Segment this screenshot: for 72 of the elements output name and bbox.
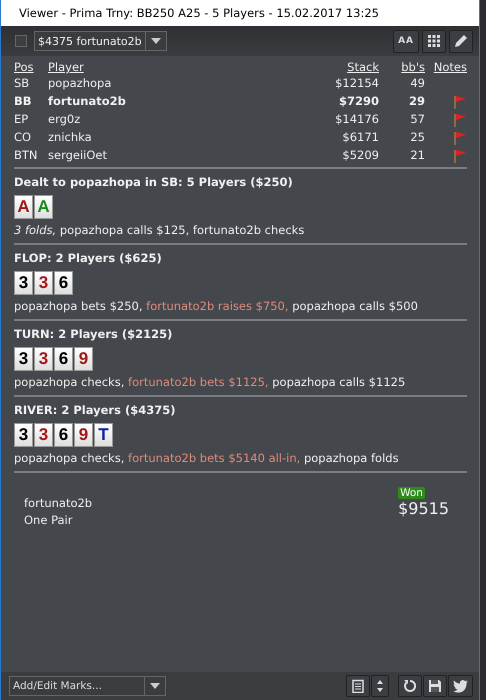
table-cell: BTN: [14, 148, 38, 162]
twitter-button[interactable]: [448, 675, 473, 697]
table-cell: $7290: [338, 94, 379, 108]
table-cell: 29: [408, 94, 425, 108]
table-cell: fortunato2b: [48, 94, 126, 108]
action-line: popazhopa bets $250, fortunato2b raises $750, popazhopa calls $500: [14, 299, 419, 313]
table-cell: sergeiiOet: [48, 148, 107, 162]
action-line: popazhopa checks, fortunato2b bets $1125, popazhopa calls $1125: [14, 375, 406, 389]
refresh-icon: [403, 679, 417, 693]
playing-card: 3: [14, 347, 33, 371]
save-button[interactable]: [423, 675, 447, 697]
hand-rank: One Pair: [24, 512, 74, 529]
playing-card: A: [34, 195, 53, 219]
column-header[interactable]: Player: [48, 60, 84, 74]
playing-card: 3: [34, 347, 53, 371]
checkbox[interactable]: [15, 35, 27, 47]
caret-icon: [150, 38, 161, 44]
updown-button[interactable]: [371, 675, 389, 697]
playing-card: T: [94, 423, 113, 447]
table-cell: znichka: [48, 130, 92, 144]
table-cell: erg0z: [48, 112, 80, 126]
table-cell: $5209: [342, 148, 379, 162]
playing-card: 6: [54, 423, 73, 447]
column-header[interactable]: bb's: [401, 60, 425, 74]
table-cell: 57: [410, 112, 425, 126]
table-cell: $6171: [342, 130, 379, 144]
notepad-icon: [352, 679, 364, 693]
table-cell: 25: [410, 130, 425, 144]
table-cell: SB: [14, 76, 30, 90]
playing-card: 3: [14, 423, 33, 447]
column-header[interactable]: Notes: [434, 60, 467, 74]
table-cell: BB: [14, 94, 32, 108]
playing-card: A: [14, 195, 33, 219]
action-line: popazhopa checks, fortunato2b bets $5140 all-in, popazhopa folds: [14, 451, 400, 465]
pencil-icon: [454, 34, 468, 48]
hand-select[interactable]: $4375 fortunato2b: [34, 31, 167, 51]
column-header[interactable]: Pos: [14, 60, 34, 74]
playing-card: 9: [74, 347, 93, 371]
window-title: Viewer - Prima Trny: BB250 A25 - 5 Players - 15.02.2017 13:25: [19, 6, 379, 20]
up-down-icon: [376, 679, 384, 693]
street-title: Dealt to popazhopa in SB: 5 Players ($250): [14, 175, 294, 189]
winner-name: fortunato2b: [24, 495, 92, 512]
table-cell: CO: [14, 130, 32, 144]
table-cell: 21: [410, 148, 425, 162]
grid-button[interactable]: [422, 30, 446, 52]
won-badge: Won: [398, 487, 425, 499]
table-cell: EP: [14, 112, 28, 126]
action-line: 3 folds, popazhopa calls $125, fortunato2b checks: [14, 223, 306, 237]
playing-card: 3: [34, 423, 53, 447]
grid-icon: [428, 35, 440, 47]
playing-card: 3: [34, 271, 53, 295]
bird-icon: [453, 680, 468, 692]
table-cell: popazhopa: [48, 76, 112, 90]
playing-card: 6: [54, 271, 73, 295]
notes-button[interactable]: [346, 675, 370, 697]
table-cell: $12154: [335, 76, 379, 90]
refresh-button[interactable]: [398, 675, 422, 697]
caret-icon: [150, 683, 160, 689]
street-title: FLOP: 2 Players ($625): [14, 251, 163, 265]
edit-button[interactable]: [449, 30, 473, 52]
playing-card: 9: [74, 423, 93, 447]
column-header[interactable]: Stack: [347, 60, 379, 74]
table-cell: $14176: [335, 112, 379, 126]
font-size-button[interactable]: AA: [393, 30, 419, 52]
table-cell: 49: [410, 76, 425, 90]
street-title: TURN: 2 Players ($2125): [14, 327, 174, 341]
playing-card: 3: [14, 271, 33, 295]
won-amount: $9515: [398, 499, 449, 518]
street-title: RIVER: 2 Players ($4375): [14, 403, 176, 417]
marks-select[interactable]: Add/Edit Marks...: [9, 676, 166, 696]
save-icon: [428, 679, 442, 693]
playing-card: 6: [54, 347, 73, 371]
